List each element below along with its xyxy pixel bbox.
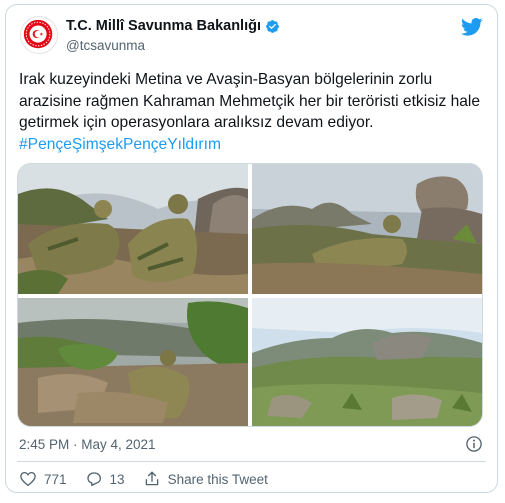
author-name[interactable]: T.C. Millî Savunma Bakanlığı — [66, 18, 261, 34]
photo-3-image — [18, 298, 248, 426]
author-block[interactable]: T.C. Millî Savunma Bakanlığı @tcsavunma — [66, 18, 280, 53]
action-bar: 771 13 Share this Tweet — [19, 470, 286, 488]
divider — [17, 461, 486, 462]
info-icon[interactable] — [465, 435, 483, 453]
tweet-card: T.C. Millî Savunma Bakanlığı @tcsavunma … — [5, 4, 498, 493]
author-handle[interactable]: @tcsavunma — [66, 38, 280, 53]
photo-1[interactable] — [18, 164, 248, 294]
hashtag-link[interactable]: #PençeŞimşekPençeYıldırım — [19, 136, 221, 153]
twitter-bird-icon[interactable] — [461, 17, 483, 37]
share-label: Share this Tweet — [167, 471, 268, 487]
heart-icon — [20, 471, 36, 487]
photo-3[interactable] — [18, 298, 248, 426]
reply-count: 13 — [109, 471, 125, 487]
tweet-body: Irak kuzeyindeki Metina ve Avaşin-Basyan… — [19, 71, 481, 131]
like-count: 771 — [44, 471, 67, 487]
like-button[interactable]: 771 — [19, 470, 67, 488]
photo-2[interactable] — [252, 164, 482, 294]
photo-4-image — [252, 298, 482, 426]
tweet-text: Irak kuzeyindeki Metina ve Avaşin-Basyan… — [19, 69, 489, 155]
share-icon — [145, 471, 158, 486]
reply-button[interactable]: 13 — [85, 470, 125, 488]
reply-icon — [86, 472, 101, 487]
photo-1-image — [18, 164, 248, 294]
photo-4[interactable] — [252, 298, 482, 426]
ministry-emblem-icon — [23, 19, 53, 49]
media-grid — [17, 163, 483, 427]
verified-badge-icon — [266, 19, 279, 33]
tweet-timestamp[interactable]: 2:45 PM · May 4, 2021 — [19, 437, 156, 452]
author-avatar[interactable] — [20, 16, 58, 54]
share-button[interactable]: Share this Tweet — [143, 470, 268, 488]
photo-2-image — [252, 164, 482, 294]
